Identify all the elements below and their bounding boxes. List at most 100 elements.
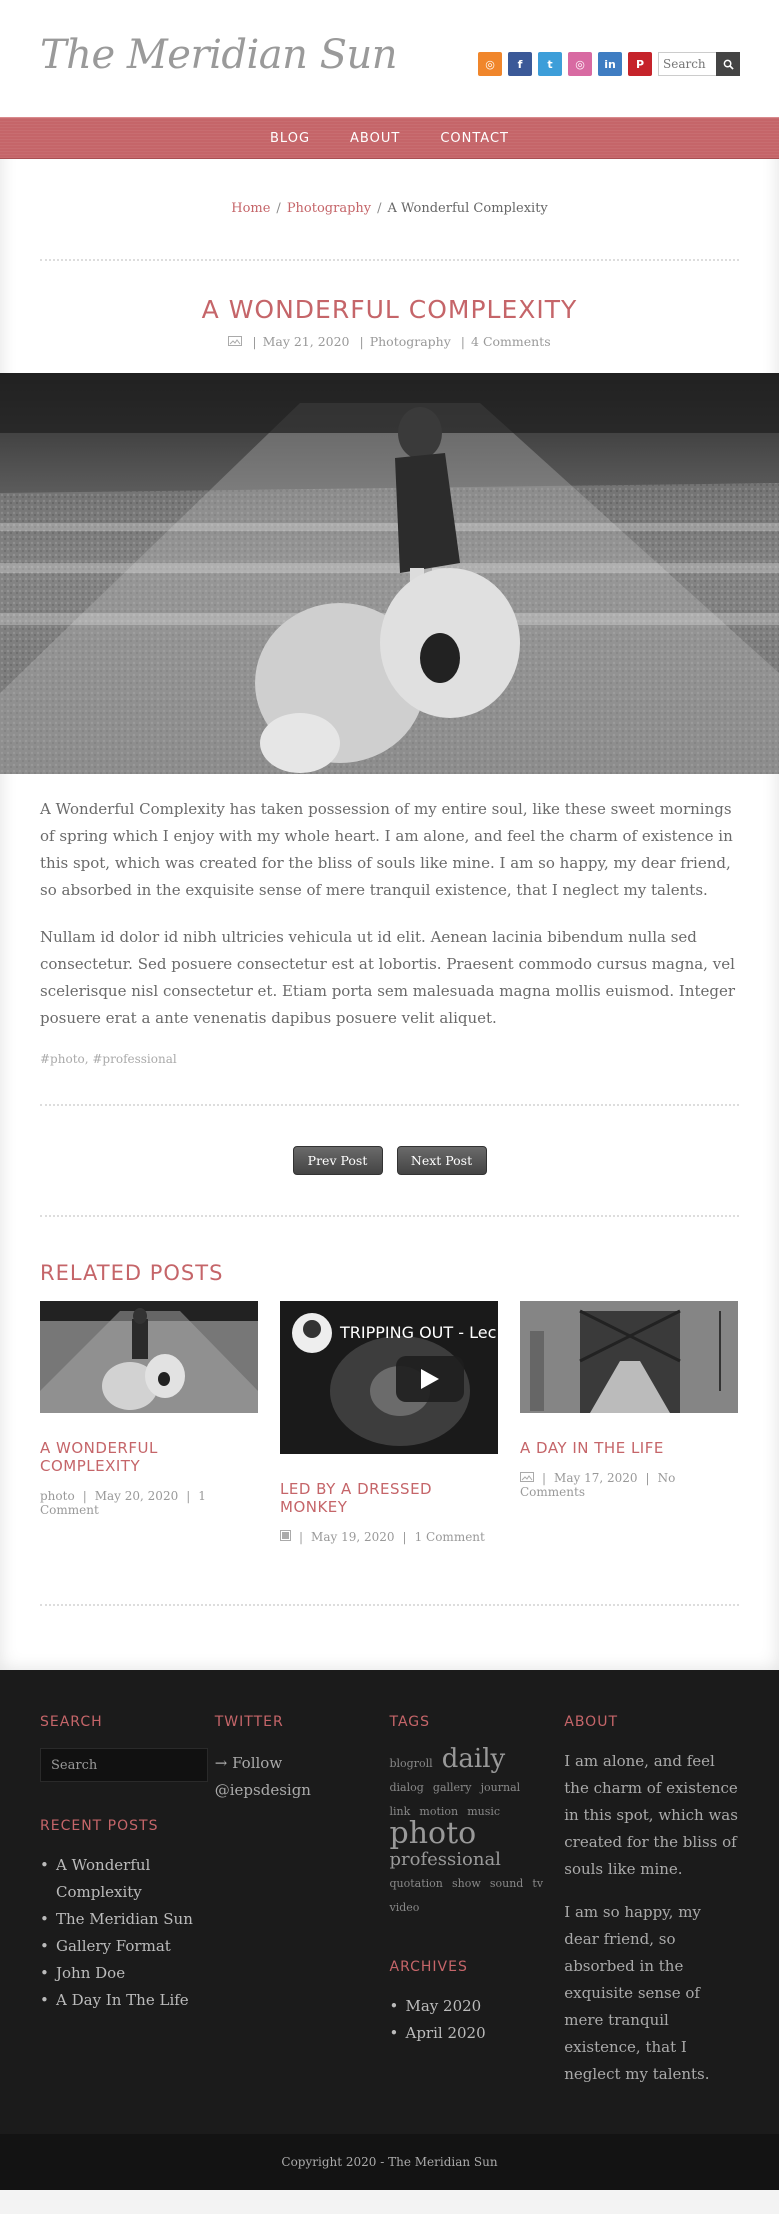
tag-link[interactable]: gallery [433, 1781, 472, 1794]
search-icon [723, 59, 734, 70]
related-post-date: May 20, 2020 [94, 1489, 179, 1503]
breadcrumb-sep: / [276, 201, 281, 216]
recent-post-link[interactable]: Gallery Format [40, 1933, 215, 1960]
related-post[interactable]: TRIPPING OUT - Lec LED BY A DRESSED MONK… [280, 1301, 498, 1544]
related-post-meta: | May 19, 2020 | 1 Comment [280, 1530, 498, 1544]
recent-post-link[interactable]: The Meridian Sun [40, 1906, 215, 1933]
post-paragraph: A Wonderful Complexity has taken possess… [40, 800, 733, 899]
tag-link[interactable]: dialog [390, 1781, 424, 1794]
related-post-meta: photo | May 20, 2020 | 1 Comment [40, 1489, 206, 1517]
related-post-title[interactable]: A DAY IN THE LIFE [520, 1439, 738, 1457]
related-posts: A WONDERFUL COMPLEXITY photo | May 20, 202… [0, 1301, 779, 1544]
archive-link[interactable]: May 2020 [390, 1993, 565, 2020]
tag-link[interactable]: video [390, 1901, 420, 1914]
rss-icon[interactable]: ◎ [478, 52, 502, 76]
twitter-follow-link[interactable]: → Follow @iepsdesign [215, 1750, 335, 1804]
related-post-date: May 17, 2020 [554, 1471, 638, 1485]
post-content: A Wonderful Complexity has taken possess… [0, 796, 779, 1104]
related-posts-heading: RELATED POSTS [40, 1261, 224, 1285]
tag-link[interactable]: photo [390, 1816, 477, 1851]
site-header: The Meridian Sun ◎ f t ◎ in P [0, 0, 779, 117]
tag-cloud: blogroll daily dialog gallery journal li… [390, 1746, 550, 1919]
breadcrumb-sep: / [377, 201, 382, 216]
tag-link[interactable]: show [452, 1877, 481, 1890]
tag-link[interactable]: tv [532, 1877, 543, 1890]
related-post[interactable]: A DAY IN THE LIFE | May 17, 2020 | No Comme… [520, 1301, 738, 1544]
related-thumbnail[interactable] [40, 1301, 258, 1413]
facebook-icon[interactable]: f [508, 52, 532, 76]
featured-image [0, 373, 779, 774]
site-title[interactable]: The Meridian Sun [40, 32, 398, 78]
related-thumbnail[interactable] [520, 1301, 738, 1413]
footer-search-input[interactable]: Search [40, 1748, 208, 1782]
footer-search-heading: SEARCH [40, 1714, 103, 1730]
post-paragraph: Nullam id dolor id nibh ultricies vehicu… [40, 928, 736, 1027]
header-search-input[interactable] [658, 52, 716, 76]
nav-about[interactable]: ABOUT [350, 131, 400, 146]
divider [40, 1215, 739, 1217]
image-format-icon [520, 1472, 534, 1482]
image-format-icon [228, 336, 243, 346]
dribbble-icon[interactable]: ◎ [568, 52, 592, 76]
post-date: May 21, 2020 [262, 334, 350, 349]
post-title: A WONDERFUL COMPLEXITY [201, 295, 578, 324]
main-nav: BLOG ABOUT CONTACT [0, 117, 779, 159]
tag-link[interactable]: professional [390, 1849, 501, 1870]
play-icon [421, 1369, 439, 1389]
post-category[interactable]: Photography [370, 334, 451, 349]
tag-link[interactable]: daily [442, 1744, 505, 1774]
related-post-meta: | May 17, 2020 | No Comments [520, 1471, 676, 1499]
related-post-title[interactable]: A WONDERFUL COMPLEXITY [40, 1439, 258, 1475]
pinterest-icon[interactable]: P [628, 52, 652, 76]
related-post-date: May 19, 2020 [311, 1530, 395, 1544]
site-footer: SEARCH Search RECENT POSTS A Wonderful C… [0, 1670, 779, 2134]
related-post[interactable]: A WONDERFUL COMPLEXITY photo | May 20, 202… [40, 1301, 258, 1544]
twitter-icon[interactable]: t [538, 52, 562, 76]
post-tags[interactable]: #photo, #professional [40, 1052, 739, 1104]
footer-col-tags: TAGS blogroll daily dialog gallery journ… [390, 1714, 565, 2104]
footer-col-about: ABOUT I am alone, and feel the charm of … [564, 1714, 739, 2104]
play-button[interactable] [396, 1356, 464, 1402]
about-heading: ABOUT [564, 1714, 619, 1730]
tags-heading: TAGS [389, 1714, 431, 1730]
tag-link[interactable]: sound [490, 1877, 523, 1890]
archive-link[interactable]: April 2020 [390, 2020, 565, 2047]
recent-posts-heading: RECENT POSTS [40, 1818, 159, 1834]
tag-link[interactable]: quotation [390, 1877, 443, 1890]
nav-contact[interactable]: CONTACT [440, 131, 509, 146]
footer-col-twitter: TWITTER → Follow @iepsdesign [215, 1714, 390, 2104]
breadcrumb-home[interactable]: Home [231, 201, 270, 216]
divider [40, 259, 739, 261]
video-embed[interactable]: TRIPPING OUT - Lec [280, 1301, 498, 1454]
recent-posts-list: A Wonderful Complexity The Meridian Sun … [40, 1852, 215, 2014]
archives-heading: ARCHIVES [389, 1959, 468, 1975]
prev-post-button[interactable]: Prev Post [292, 1146, 383, 1175]
post-meta: | May 21, 2020 | Photography | 4 Comments [0, 334, 779, 349]
video-format-icon [280, 1530, 291, 1541]
twitter-heading: TWITTER [214, 1714, 284, 1730]
recent-post-link[interactable]: A Wonderful Complexity [40, 1852, 215, 1906]
post-pager: Prev Post Next Post [0, 1106, 779, 1215]
tag-link[interactable]: blogroll [390, 1757, 433, 1770]
related-post-title[interactable]: LED BY A DRESSED MONKEY [280, 1480, 498, 1516]
breadcrumb-category[interactable]: Photography [287, 201, 371, 216]
video-title: TRIPPING OUT - Lec [340, 1323, 497, 1342]
footer-col-search: SEARCH Search RECENT POSTS A Wonderful C… [40, 1714, 215, 2104]
recent-post-link[interactable]: John Doe [40, 1960, 215, 1987]
social-icons: ◎ f t ◎ in P [478, 52, 652, 76]
about-text: I am so happy, my dear friend, so absorb… [564, 1903, 710, 2083]
breadcrumb: Home / Photography / A Wonderful Complexity [0, 159, 779, 259]
girl-with-teddy-photo [0, 373, 779, 774]
recent-post-link[interactable]: A Day In The Life [40, 1987, 215, 2014]
related-post-comments[interactable]: 1 Comment [415, 1530, 485, 1544]
post-comments[interactable]: 4 Comments [471, 334, 551, 349]
next-post-button[interactable]: Next Post [396, 1146, 487, 1175]
tag-link[interactable]: journal [481, 1781, 521, 1794]
related-post-category[interactable]: photo [40, 1489, 75, 1503]
header-search [658, 52, 740, 76]
breadcrumb-current: A Wonderful Complexity [387, 201, 548, 216]
search-button[interactable] [716, 52, 740, 76]
nav-blog[interactable]: BLOG [270, 131, 310, 146]
linkedin-icon[interactable]: in [598, 52, 622, 76]
copyright: Copyright 2020 - The Meridian Sun [0, 2134, 779, 2190]
